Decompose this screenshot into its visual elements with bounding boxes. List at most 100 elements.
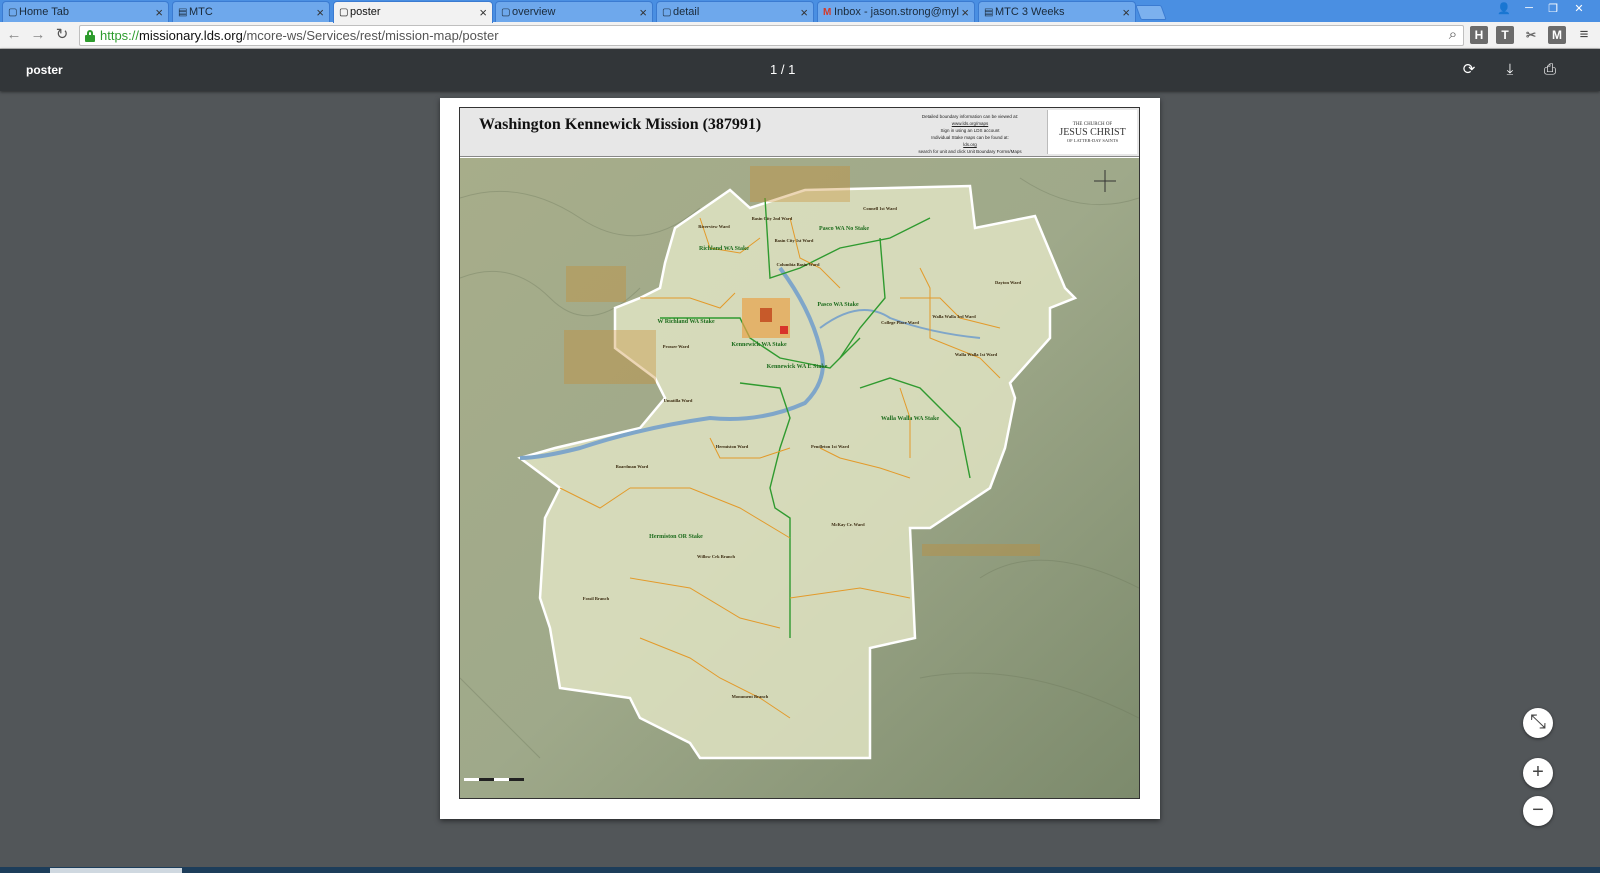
ward-label: Columbia Basin Ward — [777, 262, 820, 267]
ward-label: Dayton Ward — [995, 280, 1022, 285]
search-icon[interactable]: ⌕ — [1443, 25, 1463, 45]
page-icon: ▢ — [501, 7, 511, 18]
fit-to-page-button[interactable]: ⤡ — [1523, 708, 1553, 738]
tab-label: Inbox - jason.strong@myl — [834, 6, 959, 18]
forward-icon[interactable]: → — [28, 25, 48, 45]
tab-overview[interactable]: ▢ overview × — [495, 1, 653, 22]
info-line: www.lds.org/maps — [951, 121, 989, 126]
tab-poster[interactable]: ▢ poster × — [333, 1, 493, 23]
address-bar[interactable]: https://missionary.lds.org/mcore-ws/Serv… — [79, 25, 1464, 46]
back-icon[interactable]: ← — [4, 25, 24, 45]
ward-label: Umatilla Ward — [664, 398, 693, 403]
minimize-button[interactable]: ─ — [1520, 2, 1538, 14]
extension-t-icon[interactable]: T — [1496, 26, 1514, 44]
info-line: search for unit and click Unit Boundary … — [918, 149, 1022, 154]
close-icon[interactable]: × — [1122, 5, 1130, 20]
page-icon: ▢ — [339, 7, 349, 18]
stake-label: Hermiston OR Stake — [649, 534, 703, 540]
mission-map: Richland WA Stake W Richland WA Stake Ke… — [460, 158, 1139, 798]
stake-label: Kennewick WA E Stake — [767, 364, 828, 370]
stake-label: W Richland WA Stake — [657, 319, 715, 325]
mtc-icon: ▤ — [984, 7, 994, 18]
tab-home[interactable]: ▢ Home Tab × — [2, 1, 169, 22]
rotate-icon[interactable]: ⟳ — [1459, 60, 1479, 80]
close-icon[interactable]: × — [316, 5, 324, 20]
info-line: Detailed boundary information can be vie… — [921, 114, 1019, 119]
mtc-icon: ▤ — [178, 7, 188, 18]
zoom-out-button[interactable]: − — [1523, 796, 1553, 826]
ward-label: Pendleton 1st Ward — [811, 444, 849, 449]
ward-label: Riverview Ward — [698, 224, 730, 229]
browser-toolbar: ← → ↻ https://missionary.lds.org/mcore-w… — [0, 22, 1600, 49]
tab-mtc[interactable]: ▤ MTC × — [172, 1, 330, 22]
close-icon[interactable]: × — [479, 5, 487, 20]
ward-label: Boardman Ward — [616, 464, 649, 469]
scale-bar — [464, 778, 524, 781]
logo-line: OF LATTER-DAY SAINTS — [1066, 138, 1119, 143]
close-icon[interactable]: × — [639, 5, 647, 20]
info-line: Sign in using an LDS account — [940, 128, 1000, 133]
os-taskbar — [0, 867, 1600, 873]
map-svg: Richland WA Stake W Richland WA Stake Ke… — [460, 158, 1139, 798]
new-tab-button[interactable] — [1135, 5, 1167, 20]
tab-inbox[interactable]: M Inbox - jason.strong@myl × — [817, 1, 975, 22]
lock-icon — [85, 30, 95, 42]
tab-label: poster — [350, 6, 381, 18]
poster-header: Washington Kennewick Mission (387991) De… — [460, 108, 1139, 157]
close-icon[interactable]: × — [800, 5, 808, 20]
stake-label: Kennewick WA Stake — [731, 342, 787, 348]
info-line: Individual Stake maps can be found at: — [931, 135, 1009, 140]
taskbar-item[interactable] — [50, 868, 182, 873]
tab-label: MTC 3 Weeks — [995, 6, 1065, 18]
close-icon[interactable]: × — [961, 5, 969, 20]
extension-m-icon[interactable]: M — [1548, 26, 1566, 44]
info-line: lds.org — [963, 142, 977, 147]
ward-label: McKay Cr. Ward — [831, 522, 865, 527]
pdf-page: Washington Kennewick Mission (387991) De… — [440, 98, 1160, 819]
tab-detail[interactable]: ▢ detail × — [656, 1, 814, 22]
ward-label: Prosser Ward — [663, 344, 690, 349]
ward-label: Fossil Branch — [583, 596, 610, 601]
tab-strip: ▢ Home Tab × ▤ MTC × ▢ poster × ▢ overvi… — [0, 0, 1600, 23]
restore-button[interactable]: ❐ — [1544, 2, 1562, 15]
stake-label: Richland WA Stake — [699, 246, 749, 252]
page-icon: ▢ — [8, 7, 18, 18]
tab-label: detail — [673, 6, 700, 18]
gmail-icon: M — [823, 7, 832, 18]
tab-label: MTC — [189, 6, 213, 18]
ward-label: Willow Crk Branch — [697, 554, 735, 559]
stake-label: Pasco WA No Stake — [819, 226, 869, 232]
logo-line: JESUS CHRIST — [1059, 127, 1126, 138]
page-indicator: 1 / 1 — [770, 62, 796, 77]
tab-mtc-3-weeks[interactable]: ▤ MTC 3 Weeks × — [978, 1, 1136, 22]
extension-puzzle-icon[interactable]: ✂ — [1522, 26, 1540, 44]
extension-h-icon[interactable]: H — [1470, 26, 1488, 44]
pdf-title: poster — [26, 63, 63, 77]
ward-label: Hermiston Ward — [716, 444, 749, 449]
pdf-toolbar: poster 1 / 1 ⟳ ⤓ ⎙ — [0, 49, 1600, 91]
ward-label: Walla Walla 3rd Ward — [932, 314, 976, 319]
print-icon[interactable]: ⎙ — [1540, 60, 1560, 80]
page-icon: ▢ — [662, 7, 672, 18]
close-icon[interactable]: × — [155, 5, 163, 20]
poster-frame: Washington Kennewick Mission (387991) De… — [459, 107, 1140, 799]
poster-title: Washington Kennewick Mission (387991) — [479, 116, 762, 133]
urban-cluster — [742, 298, 790, 338]
ward-label: Basin City 1st Ward — [775, 238, 814, 243]
zoom-in-button[interactable]: + — [1523, 758, 1553, 788]
tab-label: Home Tab — [19, 6, 69, 18]
church-logo: THE CHURCH OF JESUS CHRIST OF LATTER-DAY… — [1047, 110, 1137, 154]
download-icon[interactable]: ⤓ — [1500, 60, 1520, 80]
menu-icon[interactable]: ≡ — [1574, 25, 1594, 45]
ward-label: Monument Branch — [732, 694, 769, 699]
tab-label: overview — [512, 6, 556, 18]
reload-icon[interactable]: ↻ — [52, 25, 72, 45]
boundary-info: Detailed boundary information can be vie… — [910, 113, 1030, 155]
profile-icon[interactable]: 👤 — [1495, 2, 1513, 15]
close-window-button[interactable]: ✕ — [1570, 2, 1588, 15]
ward-label: Basin City 2nd Ward — [752, 216, 793, 221]
stake-label: Pasco WA Stake — [817, 302, 859, 308]
url-text: https://missionary.lds.org/mcore-ws/Serv… — [100, 28, 499, 43]
ward-label: Walla Walla 1st Ward — [955, 352, 998, 357]
ward-label: Connell 1st Ward — [863, 206, 897, 211]
